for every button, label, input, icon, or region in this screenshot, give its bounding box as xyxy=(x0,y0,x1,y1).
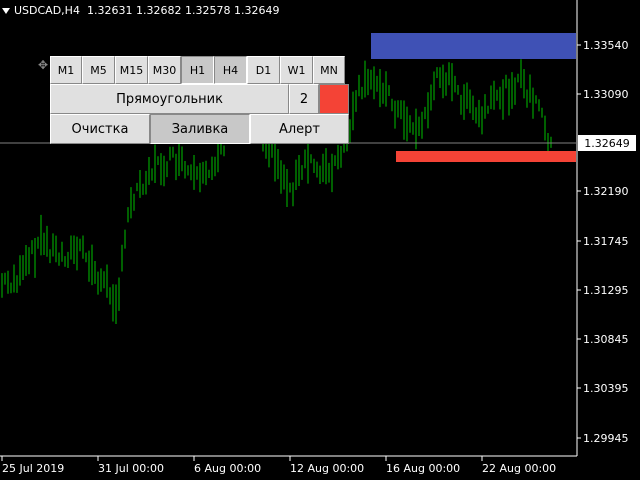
dropdown-triangle-icon[interactable] xyxy=(2,8,10,14)
alert-button[interactable]: Алерт xyxy=(250,114,349,144)
timeframe-mn-button[interactable]: MN xyxy=(313,56,345,84)
clear-button[interactable]: Очистка xyxy=(50,114,150,144)
color-picker-swatch[interactable] xyxy=(319,84,349,114)
price-label: 1.31745 xyxy=(583,235,629,248)
timeframe-m15-button[interactable]: M15 xyxy=(115,56,148,84)
price-label: 1.32190 xyxy=(583,185,629,198)
low-price: 1.32578 xyxy=(184,4,231,17)
open-price: 1.32631 xyxy=(86,4,133,17)
high-price: 1.32682 xyxy=(135,4,182,17)
support-zone[interactable] xyxy=(396,151,576,162)
move-handle-icon[interactable]: ✥ xyxy=(38,59,50,71)
chart-title: USDCAD,H4 1.32631 1.32682 1.32578 1.3264… xyxy=(2,4,279,17)
price-axis: 1.33540 1.33090 1.32190 1.31745 1.31295 1.308… xyxy=(577,39,629,445)
current-price-tag: 1.32649 xyxy=(578,135,636,151)
shape-rectangle-button[interactable]: Прямоугольник xyxy=(50,84,289,114)
symbol-label: USDCAD,H4 xyxy=(14,4,80,17)
time-label: 25 Jul 2019 xyxy=(2,462,64,475)
timeframe-w1-button[interactable]: W1 xyxy=(280,56,313,84)
time-axis: 25 Jul 2019 31 Jul 00:00 6 Aug 00:00 12 Aug… xyxy=(1,456,556,475)
timeframe-m1-button[interactable]: M1 xyxy=(50,56,82,84)
timeframe-h4-button[interactable]: H4 xyxy=(214,56,247,84)
price-label: 1.31295 xyxy=(583,284,629,297)
time-label: 22 Aug 00:00 xyxy=(482,462,556,475)
price-label: 1.30845 xyxy=(583,333,629,346)
drawing-panel: M1 M5 M15 M30 H1 H4 D1 W1 MN Прямоугольн… xyxy=(50,56,350,144)
time-label: 16 Aug 00:00 xyxy=(386,462,460,475)
price-label: 1.29945 xyxy=(583,432,629,445)
price-label: 1.30395 xyxy=(583,382,629,395)
time-label: 6 Aug 00:00 xyxy=(194,462,261,475)
resistance-zone[interactable] xyxy=(371,33,576,59)
time-label: 12 Aug 00:00 xyxy=(290,462,364,475)
timeframe-d1-button[interactable]: D1 xyxy=(247,56,280,84)
time-label: 31 Jul 00:00 xyxy=(98,462,164,475)
line-width-button[interactable]: 2 xyxy=(289,84,319,114)
timeframe-m5-button[interactable]: M5 xyxy=(82,56,115,84)
timeframe-m30-button[interactable]: M30 xyxy=(148,56,181,84)
close-price: 1.32649 xyxy=(233,4,280,17)
price-label: 1.33090 xyxy=(583,88,629,101)
price-label: 1.33540 xyxy=(583,39,629,52)
fill-button[interactable]: Заливка xyxy=(150,114,250,144)
timeframe-h1-button[interactable]: H1 xyxy=(181,56,214,84)
